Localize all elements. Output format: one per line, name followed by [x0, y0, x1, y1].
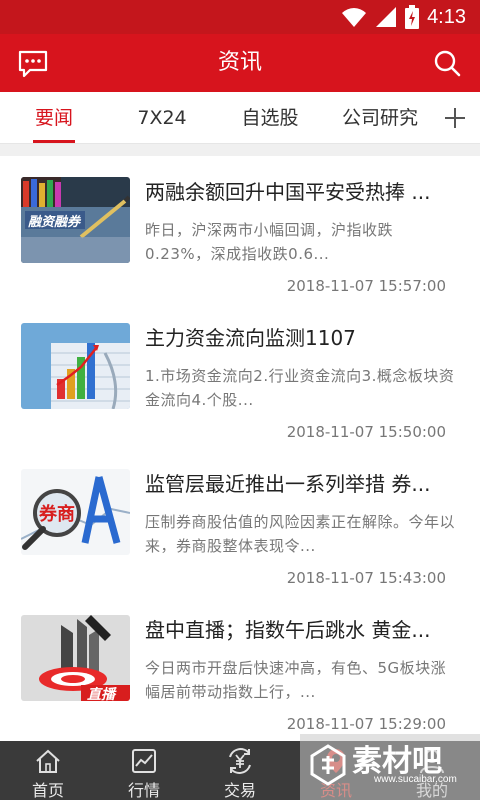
- page-title: 资讯: [217, 50, 262, 75]
- news-time: 2018-11-07 15:29:00: [286, 715, 446, 733]
- svg-text:直播: 直播: [87, 686, 117, 701]
- news-summary: 今日两市开盘后快速冲高，有色、5G板块涨幅居前带动指数上行，...: [145, 659, 447, 701]
- news-summary: 昨日，沪深两市小幅回调，沪指收跌0.23%，深成指收跌0.6...: [145, 221, 394, 263]
- news-item[interactable]: 券商 监管层最近推出一系列举措 券... 压制券商股估值的风险因素正在解除。今年…: [0, 448, 480, 594]
- nav-market[interactable]: 行情: [96, 741, 192, 800]
- battery-icon: [405, 5, 420, 29]
- divider-band: [0, 144, 480, 156]
- margin-trading-image: 融资融券: [21, 177, 130, 263]
- tab-company-research[interactable]: 公司研究: [330, 92, 430, 144]
- growth-chart-image: [21, 323, 130, 409]
- app-bar: 资讯: [0, 34, 480, 92]
- svg-text:融资融券: 融资融券: [28, 214, 82, 230]
- svg-text:券商: 券商: [38, 503, 75, 525]
- plus-icon: [445, 108, 465, 128]
- tab-7x24[interactable]: 7X24: [120, 92, 204, 144]
- nav-label: 交易: [223, 781, 256, 800]
- search-icon: [434, 50, 461, 77]
- news-title: 两融余额回升中国平安受热捧 ...: [145, 180, 431, 204]
- yen-icon: [229, 748, 251, 774]
- watermark: 素材吧 www.sucaibar.com: [300, 734, 480, 800]
- watermark-url: www.sucaibar.com: [374, 774, 457, 785]
- news-summary: 压制券商股估值的风险因素正在解除。今年以来，券商股整体表现令...: [145, 513, 456, 555]
- home-icon: [36, 749, 60, 773]
- news-time: 2018-11-07 15:43:00: [286, 569, 446, 587]
- news-time: 2018-11-07 15:57:00: [286, 277, 446, 295]
- add-tab-button[interactable]: [442, 92, 468, 144]
- brokerage-image: 券商: [21, 469, 130, 555]
- nav-label: 首页: [31, 781, 64, 800]
- live-broadcast-image: 直播: [21, 615, 130, 701]
- news-title: 主力资金流向监测1107: [145, 326, 356, 350]
- status-bar: 4:13: [0, 0, 480, 34]
- news-summary: 1.市场资金流向2.行业资金流向3.概念板块资金流向4.个股...: [145, 367, 455, 409]
- news-thumbnail: 券商: [21, 469, 130, 555]
- tab-headlines[interactable]: 要闻: [14, 92, 94, 144]
- status-time: 4:13: [427, 5, 466, 28]
- news-thumbnail: 直播: [21, 615, 130, 701]
- search-button[interactable]: [430, 46, 464, 80]
- news-title: 盘中直播；指数午后跳水 黄金...: [145, 618, 431, 642]
- nav-label: 行情: [127, 781, 160, 800]
- news-item[interactable]: 直播 盘中直播；指数午后跳水 黄金... 今日两市开盘后快速冲高，有色、5G板块…: [0, 594, 480, 740]
- nav-trade[interactable]: 交易: [192, 741, 288, 800]
- news-title: 监管层最近推出一系列举措 券...: [145, 472, 431, 496]
- news-time: 2018-11-07 15:50:00: [286, 423, 446, 441]
- chart-icon: [132, 749, 156, 773]
- nav-home[interactable]: 首页: [0, 741, 96, 800]
- news-thumbnail: [21, 323, 130, 409]
- news-item[interactable]: 主力资金流向监测1107 1.市场资金流向2.行业资金流向3.概念板块资金流向4…: [0, 302, 480, 448]
- wifi-icon: [342, 8, 367, 27]
- tab-bar: 要闻 7X24 自选股 公司研究: [0, 92, 480, 144]
- tab-watchlist[interactable]: 自选股: [226, 92, 314, 144]
- news-thumbnail: 融资融券: [21, 177, 130, 263]
- news-list: 融资融券 两融余额回升中国平安受热捧 ... 昨日，沪深两市小幅回调，沪指收跌0…: [0, 156, 480, 740]
- news-item[interactable]: 融资融券 两融余额回升中国平安受热捧 ... 昨日，沪深两市小幅回调，沪指收跌0…: [0, 156, 480, 302]
- watermark-logo-icon: [310, 744, 346, 786]
- signal-icon: [376, 7, 397, 27]
- status-icons: 4:13: [341, 4, 466, 30]
- active-tab-indicator: [33, 140, 75, 143]
